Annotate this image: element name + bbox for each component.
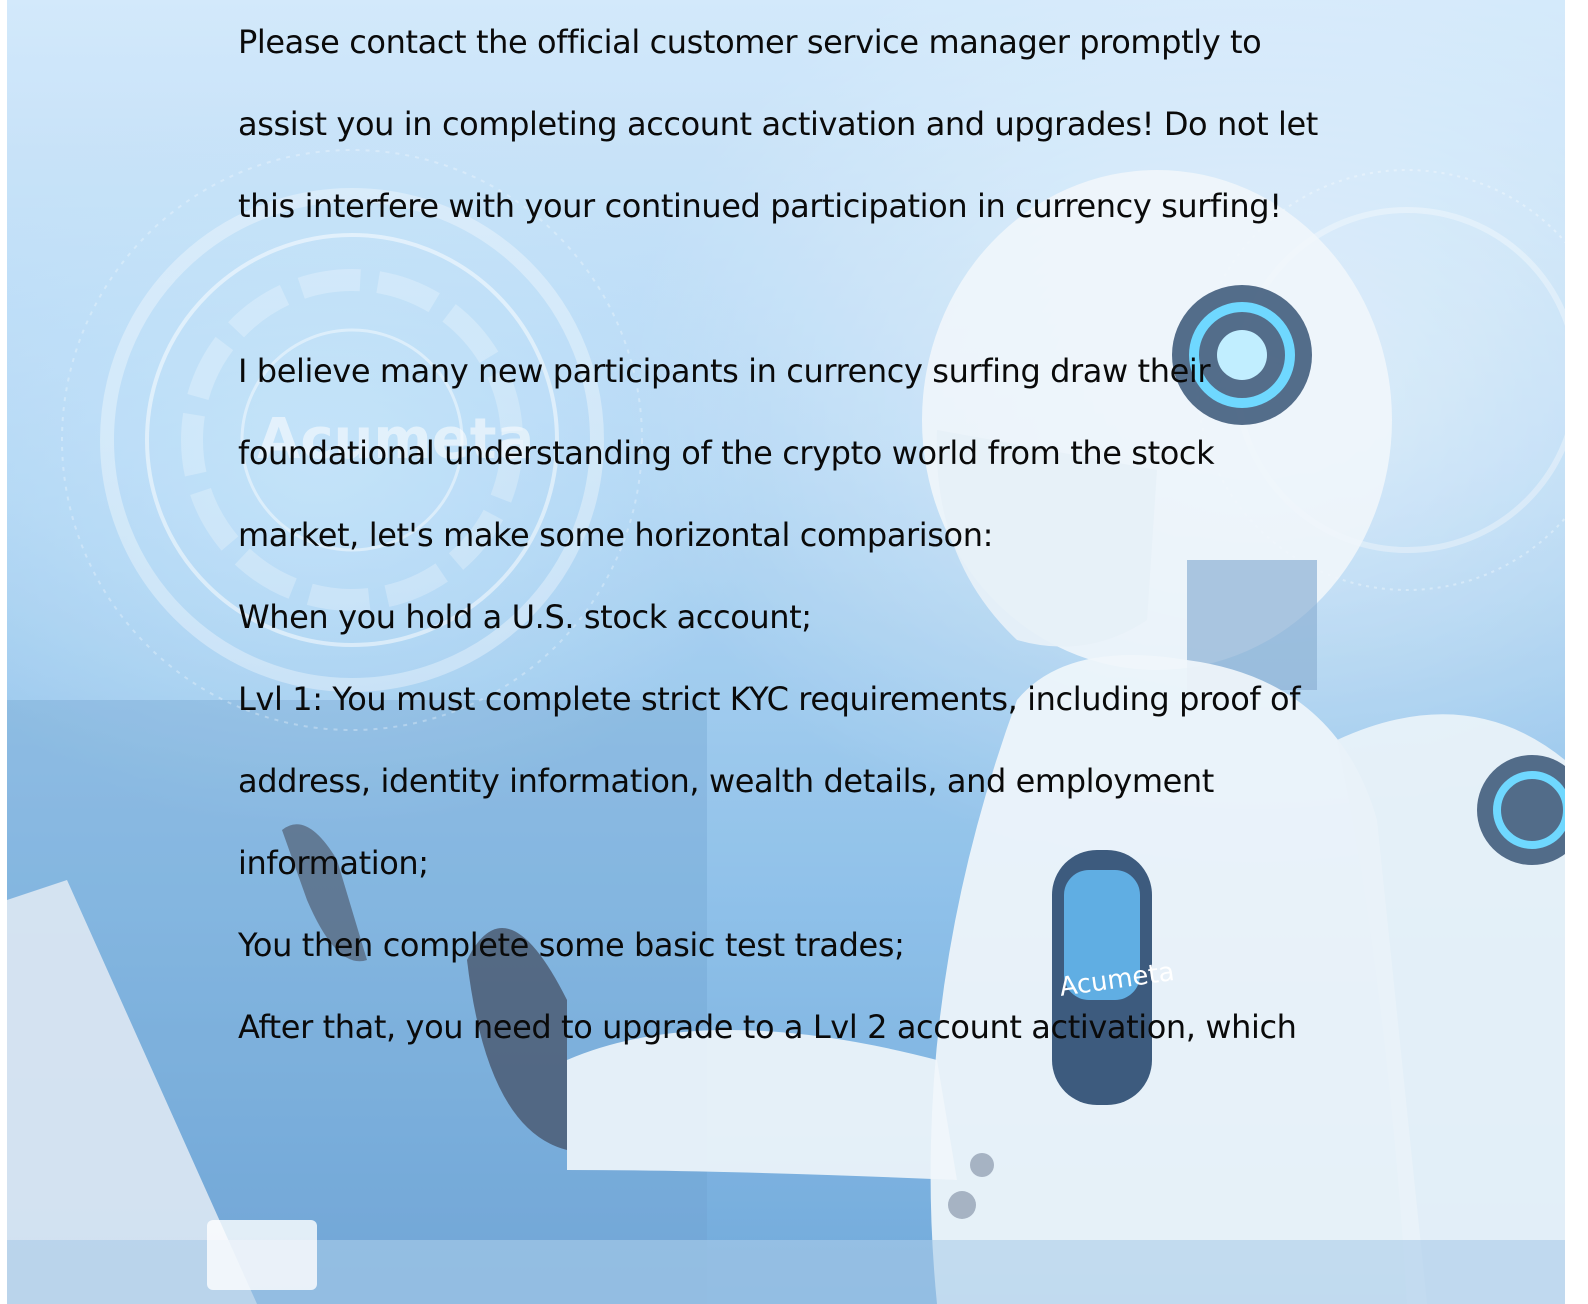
paragraph-line: this interfere with your continued parti…: [238, 187, 1282, 225]
paragraph-line: assist you in completing account activat…: [238, 105, 1318, 143]
paragraph-line: When you hold a U.S. stock account;: [238, 598, 812, 636]
paragraph-line: information;: [238, 844, 429, 882]
paragraph-line: foundational understanding of the crypto…: [238, 434, 1215, 472]
paragraph-line: Please contact the official customer ser…: [238, 23, 1262, 61]
paragraph-line: After that, you need to upgrade to a Lvl…: [238, 1008, 1297, 1046]
page: Acumeta Acumeta Please contact the offic…: [0, 0, 1588, 1304]
paragraph-line: market, let's make some horizontal compa…: [238, 516, 993, 554]
paragraph-line: You then complete some basic test trades…: [238, 926, 905, 964]
paragraph-line: Lvl 1: You must complete strict KYC requ…: [238, 680, 1301, 718]
paragraph-line: I believe many new participants in curre…: [238, 352, 1211, 390]
paragraph-line: address, identity information, wealth de…: [238, 762, 1214, 800]
